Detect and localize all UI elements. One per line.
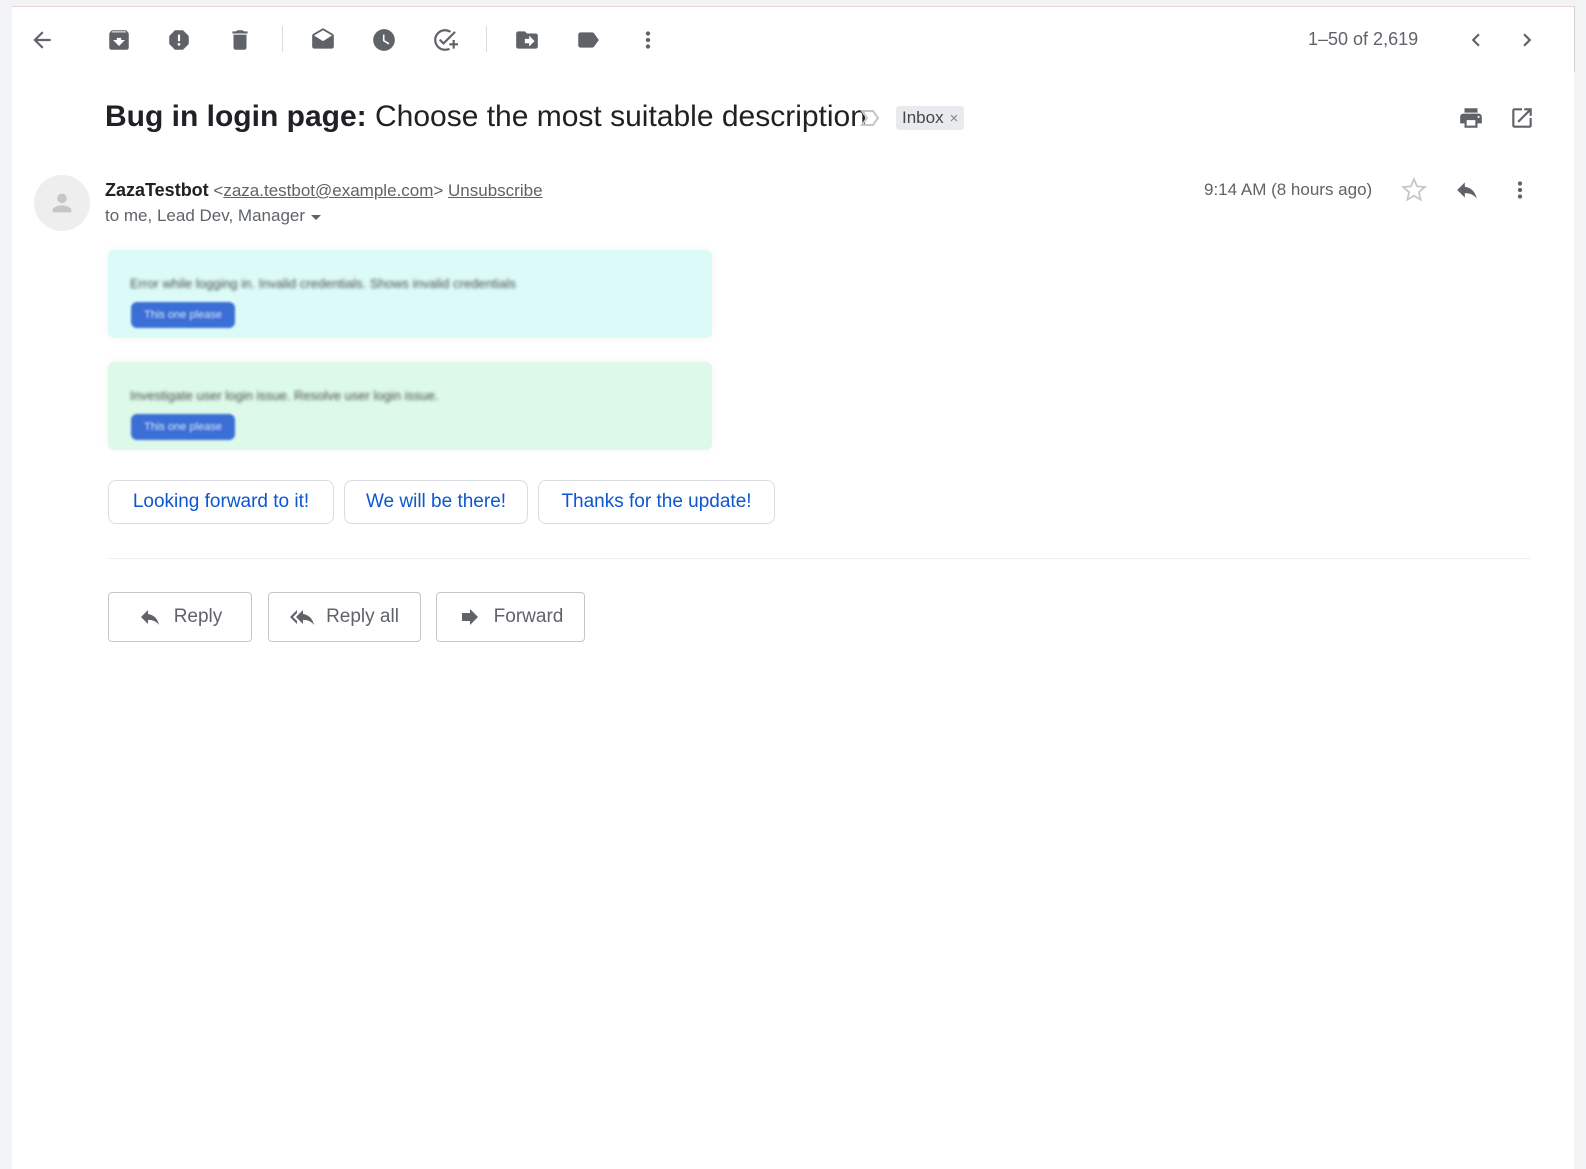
smart-reply-chip[interactable]: We will be there!: [344, 480, 528, 524]
trash-icon: [232, 30, 248, 50]
mark-unread-button[interactable]: [303, 20, 343, 60]
sender-email: zaza.testbot@example.com: [223, 181, 434, 200]
print-button[interactable]: [1453, 100, 1489, 136]
importance-icon: [860, 110, 880, 126]
snooze-button[interactable]: [364, 20, 404, 60]
more-vert-icon: [1517, 181, 1523, 199]
option-card-button[interactable]: This one please: [131, 414, 235, 440]
recipients-toggle[interactable]: to me, Lead Dev, Manager: [105, 206, 322, 226]
smart-reply-chip[interactable]: Looking forward to it!: [108, 480, 334, 524]
reply-icon-button[interactable]: [1449, 172, 1485, 208]
recipients-text: to me, Lead Dev, Manager: [105, 206, 306, 225]
reply-icon: [140, 610, 159, 625]
add-task-icon: [434, 29, 458, 51]
sender-email-open: <: [208, 181, 224, 200]
divider: [108, 558, 1530, 559]
toolbar-separator: [486, 26, 487, 52]
report-spam-button[interactable]: [159, 20, 199, 60]
move-to-button[interactable]: [507, 20, 547, 60]
chevron-down-icon: [311, 214, 322, 220]
print-icon: [1460, 108, 1482, 128]
chevron-left-icon: [1471, 33, 1480, 47]
pane-edge: [1574, 6, 1575, 72]
star-icon: [1401, 177, 1427, 202]
unsubscribe-link[interactable]: Unsubscribe: [448, 181, 543, 200]
clock-icon: [373, 29, 395, 51]
reply-button[interactable]: Reply: [108, 592, 252, 642]
inbox-label-text: Inbox: [902, 108, 944, 127]
forward-label: Forward: [493, 606, 564, 627]
option-card-button[interactable]: This one please: [131, 302, 235, 328]
subject-rest: Choose the most suitable description: [366, 100, 867, 133]
delete-button[interactable]: [220, 20, 260, 60]
more-button[interactable]: [628, 20, 668, 60]
more-vert-icon: [645, 31, 651, 49]
email-subject: Bug in login page: Choose the most suita…: [105, 100, 867, 134]
toolbar-separator: [282, 26, 283, 52]
labels-button[interactable]: [568, 20, 608, 60]
star-button[interactable]: [1396, 172, 1432, 208]
forward-icon: [461, 609, 478, 625]
chevron-right-icon: [1523, 33, 1532, 47]
forward-button[interactable]: Forward: [436, 592, 585, 642]
open-new-window-button[interactable]: [1504, 100, 1540, 136]
reply-icon: [1457, 182, 1477, 199]
option-card-text: Investigate user login issue. Resolve us…: [130, 388, 439, 403]
person-icon: [52, 193, 72, 213]
arrow-left-icon: [33, 31, 51, 49]
message-more-button[interactable]: [1502, 172, 1538, 208]
mark-unread-icon: [312, 28, 334, 49]
report-spam-icon: [169, 30, 189, 50]
smart-reply-chip[interactable]: Thanks for the update!: [538, 480, 775, 524]
reply-label: Reply: [173, 606, 223, 627]
open-in-new-icon: [1512, 108, 1532, 128]
reply-all-icon: [290, 610, 315, 625]
pagination-count: 1–50 of 2,619: [1308, 29, 1419, 49]
option-card-text: Error while logging in. Invalid credenti…: [130, 276, 516, 291]
reply-all-button[interactable]: Reply all: [268, 592, 421, 642]
move-to-icon: [516, 31, 538, 49]
older-button[interactable]: [1507, 20, 1547, 60]
sender-name[interactable]: ZazaTestbot: [105, 180, 209, 200]
avatar: [34, 175, 90, 231]
sender-email-close: >: [433, 181, 449, 200]
remove-label-icon[interactable]: ×: [950, 110, 959, 127]
reply-all-label: Reply all: [326, 606, 399, 627]
archive-button[interactable]: [99, 20, 139, 60]
back-button[interactable]: [22, 20, 62, 60]
subject-bold: Bug in login page:: [105, 100, 367, 133]
option-card: Investigate user login issue. Resolve us…: [108, 362, 712, 450]
importance-marker[interactable]: [858, 106, 882, 130]
inbox-label-chip: Inbox ×: [896, 106, 965, 130]
label-icon: [578, 32, 599, 48]
archive-icon: [109, 30, 129, 50]
sender-line: ZazaTestbot <zaza.testbot@example.com> U…: [105, 180, 543, 201]
option-card: Error while logging in. Invalid credenti…: [108, 250, 712, 338]
message-time: 9:14 AM (8 hours ago): [1204, 180, 1373, 199]
newer-button[interactable]: [1456, 20, 1496, 60]
add-to-tasks-button[interactable]: [425, 20, 465, 60]
